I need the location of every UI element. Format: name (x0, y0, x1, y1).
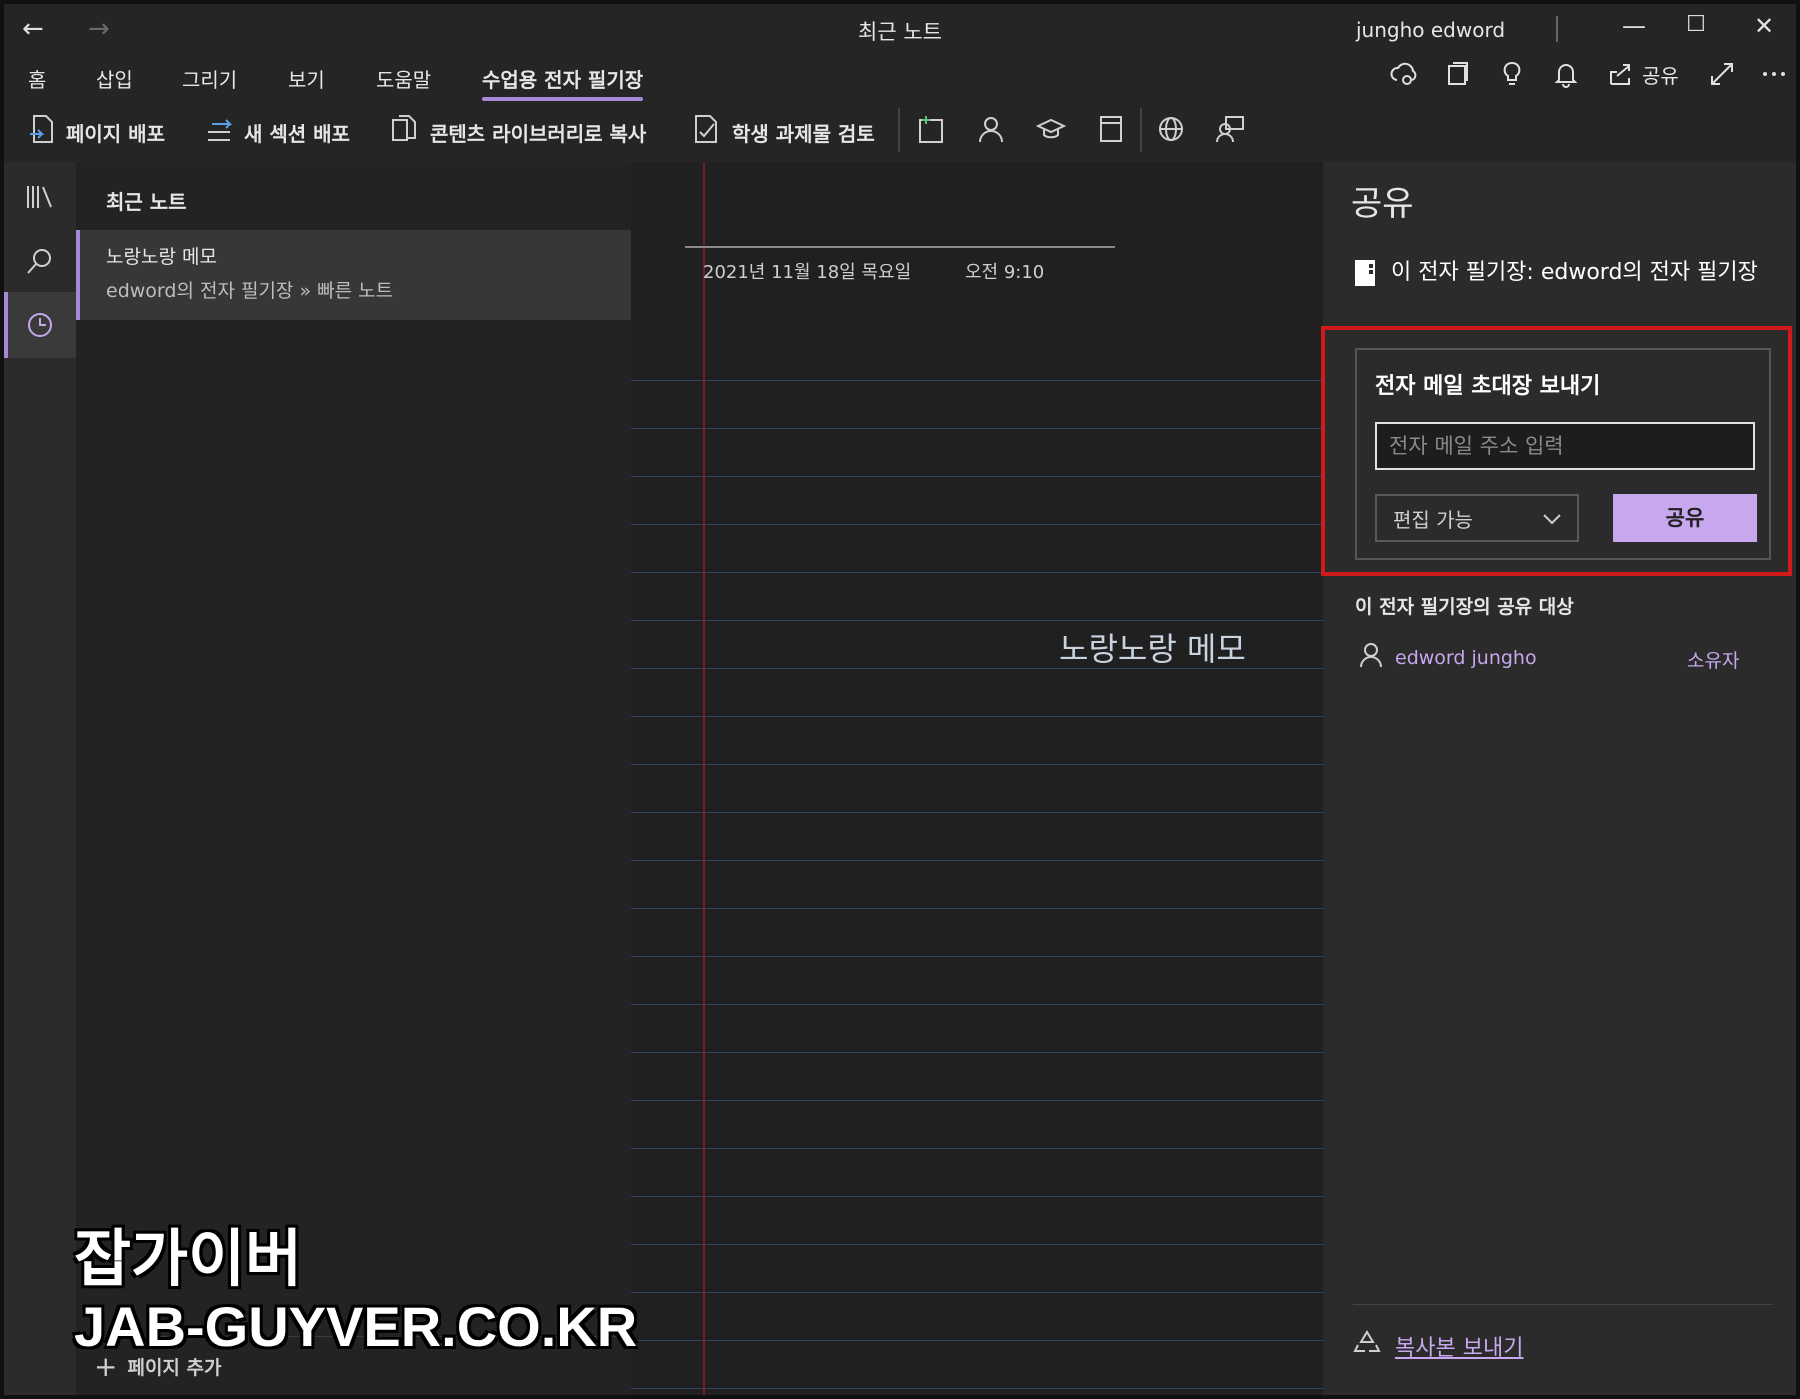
bell-icon[interactable] (1552, 60, 1580, 94)
recycle-icon (1353, 1329, 1381, 1363)
notebook-label: 이 전자 필기장: edword의 전자 필기장 (1391, 260, 1758, 285)
copy-library-icon (390, 114, 420, 150)
note-date: 2021년 11월 18일 목요일 (703, 262, 912, 283)
window-title: 최근 노트 (858, 20, 942, 44)
share-top-label[interactable]: 공유 (1642, 60, 1679, 89)
navigation-rail (4, 162, 76, 1395)
close-icon[interactable]: ✕ (1744, 12, 1784, 40)
watermark-title: 잡가이버 (74, 1222, 303, 1295)
tab-insert[interactable]: 삽입 (96, 64, 133, 93)
more-icon[interactable] (1760, 60, 1788, 94)
share-panel: 공유 이 전자 필기장: edword의 전자 필기장 전자 메일 초대장 보내… (1321, 162, 1796, 1395)
copy-library-label: 콘텐츠 라이브러리로 복사 (430, 121, 647, 146)
review-work-button[interactable]: 학생 과제물 검토 (692, 114, 875, 150)
note-body-text[interactable]: 노랑노랑 메모 (1059, 624, 1246, 670)
distribute-page-label: 페이지 배포 (66, 121, 165, 146)
toolbar-separator (898, 108, 900, 152)
sync-icon[interactable] (1390, 60, 1418, 94)
tab-home[interactable]: 홈 (28, 64, 46, 93)
send-copy-link[interactable]: 복사본 보내기 (1353, 1329, 1523, 1363)
user-name[interactable]: jungho edword (1356, 18, 1505, 42)
notebooks-icon[interactable] (24, 182, 56, 219)
panel-divider (1353, 1304, 1773, 1305)
share-icon[interactable] (1606, 60, 1634, 94)
invite-label: 전자 메일 초대장 보내기 (1375, 374, 1601, 399)
person-icon (1359, 642, 1383, 674)
graduation-icon[interactable] (1035, 114, 1067, 151)
tab-draw[interactable]: 그리기 (182, 64, 237, 93)
member-name: edword jungho (1395, 647, 1537, 669)
onenote-window: ← → 최근 노트 jungho edword — ☐ ✕ 홈 삽입 그리기 보… (0, 0, 1800, 1399)
title-separator (1556, 16, 1558, 42)
pages-icon[interactable] (1444, 60, 1472, 94)
invite-section: 전자 메일 초대장 보내기 편집 가능 공유 (1355, 348, 1771, 560)
distribute-section-button[interactable]: 새 섹션 배포 (204, 114, 350, 150)
add-page-icon[interactable] (916, 114, 946, 151)
tab-class-notebook[interactable]: 수업용 전자 필기장 (482, 64, 644, 101)
member-role: 소유자 (1687, 650, 1740, 672)
person-icon[interactable] (976, 114, 1006, 151)
recent-icon[interactable] (24, 310, 56, 347)
lightbulb-icon[interactable] (1498, 60, 1526, 94)
globe-icon[interactable] (1156, 114, 1186, 151)
note-canvas[interactable]: 2021년 11월 18일 목요일 오전 9:10 노랑노랑 메모 (631, 162, 1323, 1395)
distribute-section-label: 새 섹션 배포 (244, 121, 350, 146)
page-title: 노랑노랑 메모 (106, 246, 217, 268)
page-path: edword의 전자 필기장 » 빠른 노트 (106, 280, 394, 302)
title-bar: ← → 최근 노트 jungho edword — ☐ ✕ (4, 4, 1796, 56)
copy-library-button[interactable]: 콘텐츠 라이브러리로 복사 (390, 114, 646, 150)
chevron-down-icon (1543, 506, 1561, 530)
member-row[interactable]: edword jungho (1359, 642, 1537, 674)
tab-help[interactable]: 도움말 (376, 64, 431, 93)
notebook-info: 이 전자 필기장: edword의 전자 필기장 (1353, 258, 1763, 295)
rail-selection-indicator (4, 292, 8, 358)
notebook-icon (1353, 258, 1379, 295)
permission-value: 편집 가능 (1393, 507, 1473, 532)
review-icon (692, 114, 722, 150)
maximize-icon[interactable]: ☐ (1676, 12, 1716, 37)
margin-line (703, 162, 705, 1395)
note-title-line[interactable] (685, 246, 1115, 248)
email-field[interactable] (1375, 422, 1755, 470)
distribute-section-icon (204, 114, 234, 150)
distribute-page-icon (28, 114, 56, 150)
review-work-label: 학생 과제물 검토 (732, 121, 875, 146)
permission-dropdown[interactable]: 편집 가능 (1375, 494, 1579, 542)
ribbon-tabs: 홈 삽입 그리기 보기 도움말 수업용 전자 필기장 (4, 56, 1796, 104)
share-panel-title: 공유 (1351, 184, 1414, 224)
minimize-icon[interactable]: — (1614, 12, 1654, 40)
page-list-header: 최근 노트 (106, 190, 187, 214)
tab-view[interactable]: 보기 (288, 64, 325, 93)
distribute-page-button[interactable]: 페이지 배포 (28, 114, 165, 150)
search-icon[interactable] (24, 246, 56, 283)
share-button[interactable]: 공유 (1613, 494, 1757, 542)
shared-with-header: 이 전자 필기장의 공유 대상 (1355, 596, 1574, 618)
note-time: 오전 9:10 (965, 262, 1045, 283)
notebook-icon[interactable] (1096, 114, 1126, 151)
teams-icon[interactable] (1216, 114, 1246, 151)
expand-icon[interactable] (1708, 60, 1736, 94)
send-copy-label: 복사본 보내기 (1395, 1336, 1524, 1361)
list-item[interactable]: 노랑노랑 메모 edword의 전자 필기장 » 빠른 노트 (76, 230, 631, 320)
toolbar-separator-2 (1140, 108, 1142, 152)
watermark-url: JAB-GUYVER.CO.KR (74, 1295, 638, 1358)
